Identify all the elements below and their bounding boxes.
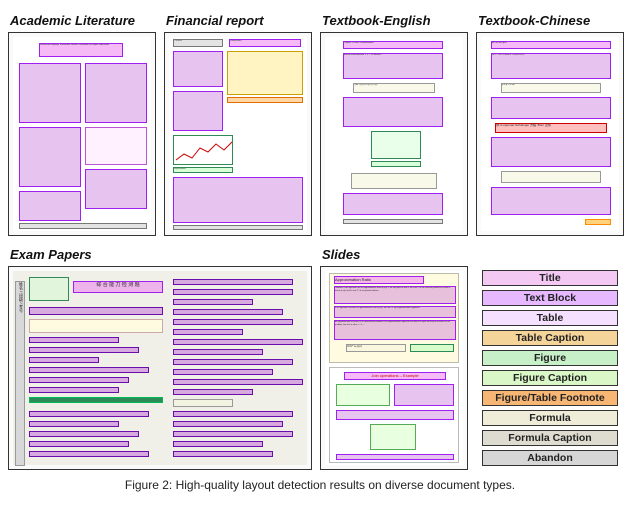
section-header: §5.3 Lippman-Schwinger 方程: Born 近似	[495, 123, 607, 133]
text-block	[173, 91, 223, 131]
formula-box: T(αu + βv) = αT(u) + βT(v)	[353, 83, 435, 93]
text-block	[19, 127, 81, 187]
legend-figure-table-footnote: Figure/Table Footnote	[482, 390, 618, 406]
figure-box	[371, 131, 421, 159]
text-block	[343, 97, 443, 127]
abandon-box	[173, 225, 303, 230]
header-exam: Exam Papers	[8, 240, 312, 262]
text-block	[491, 187, 611, 215]
table-caption	[227, 97, 303, 103]
abandon-box	[19, 223, 147, 229]
header-financial: Financial report	[164, 6, 312, 28]
legend-text-block: Text Block	[482, 290, 618, 306]
table-box	[227, 51, 303, 95]
formula-box	[173, 399, 233, 407]
figure-caption	[371, 161, 421, 167]
panel-textbook-en: Chapter 3 Linear Transformations A linea…	[320, 32, 468, 236]
text-block	[491, 137, 611, 167]
text-block	[19, 63, 81, 123]
slide-title: Join operations – Example	[344, 372, 446, 380]
text-block	[85, 63, 147, 123]
text-block	[19, 191, 81, 221]
figure-box	[29, 397, 163, 403]
footnote-box	[585, 219, 611, 225]
legend-figure-caption: Figure Caption	[482, 370, 618, 386]
formula-box	[501, 171, 601, 183]
panel-exam: 姓名 / 班级 / 考号 综 合 能 力 检 测 题	[8, 266, 312, 470]
text-block	[29, 307, 163, 315]
text-block: An approximation scheme for an optimizat…	[334, 320, 456, 340]
header-textbook-en: Textbook-English	[320, 6, 468, 28]
text-block	[173, 177, 303, 223]
panel-slides: Approximation Ratio Definition 1 An algo…	[320, 266, 468, 470]
text-block: A linear transformation T: V → W satisfi…	[343, 53, 443, 79]
legend: Title Text Block Table Table Caption Fig…	[476, 266, 624, 470]
table-box	[336, 384, 390, 406]
figure-box	[29, 277, 69, 301]
formula-box	[351, 173, 437, 189]
line-chart-icon	[174, 136, 233, 165]
text-block	[394, 384, 454, 406]
legend-abandon: Abandon	[482, 450, 618, 466]
legend-table: Table	[482, 310, 618, 326]
formula-box: C/C* ≤ ρ(n)	[346, 344, 406, 352]
exam-title: 综 合 能 力 检 测 题	[73, 281, 163, 293]
text-block: 设 V 与 W 均为数域 F 上的线性空间…	[491, 53, 611, 79]
text-block	[336, 454, 454, 460]
legend-title: Title	[482, 270, 618, 286]
legend-figure: Figure	[482, 350, 618, 366]
abandon-box	[343, 219, 443, 224]
text-block	[85, 169, 147, 209]
header-textbook-cn: Textbook-Chinese	[476, 6, 624, 28]
figure-box	[173, 135, 233, 165]
text-block	[173, 51, 223, 87]
header-legend-spacer	[476, 240, 624, 262]
text-block	[343, 193, 443, 215]
slide-title: Approximation Ratio	[334, 276, 424, 284]
figure-caption-text: Figure 2: High-quality layout detection …	[8, 478, 632, 492]
figure-grid: Academic Literature Financial report Tex…	[8, 6, 632, 470]
header-academic: Academic Literature	[8, 6, 156, 28]
text-block: Definition 1 An algorithm has an approxi…	[334, 286, 456, 304]
score-table	[29, 319, 163, 333]
chapter-title: 第三章 线性变换	[491, 41, 611, 49]
figure-caption	[410, 344, 454, 352]
text-block	[336, 410, 454, 420]
panel-academic: Vision-and-Language Transformer Without …	[8, 32, 156, 236]
text-block: If an algorithm achieves an approximatio…	[334, 306, 456, 318]
chapter-title: Chapter 3 Linear Transformations	[343, 41, 443, 49]
legend-table-caption: Table Caption	[482, 330, 618, 346]
header-slides: Slides	[320, 240, 468, 262]
table-box	[85, 127, 147, 165]
title-box: Vision-and-Language Transformer Without …	[39, 43, 123, 57]
figure-caption: 季度营收趋势	[173, 167, 233, 173]
exam-sidebar: 姓名 / 班级 / 考号	[15, 281, 25, 466]
table-box	[370, 424, 416, 450]
legend-formula: Formula	[482, 410, 618, 426]
text-block	[491, 97, 611, 119]
logo-abandon: 华泰证券	[173, 39, 223, 47]
panel-textbook-cn: 第三章 线性变换 设 V 与 W 均为数域 F 上的线性空间… ψ = φ + …	[476, 32, 624, 236]
legend-formula-caption: Formula Caption	[482, 430, 618, 446]
title-box: 宏观研究报告	[229, 39, 301, 47]
panel-financial: 华泰证券 宏观研究报告 季度营收趋势	[164, 32, 312, 236]
formula-box: ψ = φ + G₀Vψ	[501, 83, 601, 93]
